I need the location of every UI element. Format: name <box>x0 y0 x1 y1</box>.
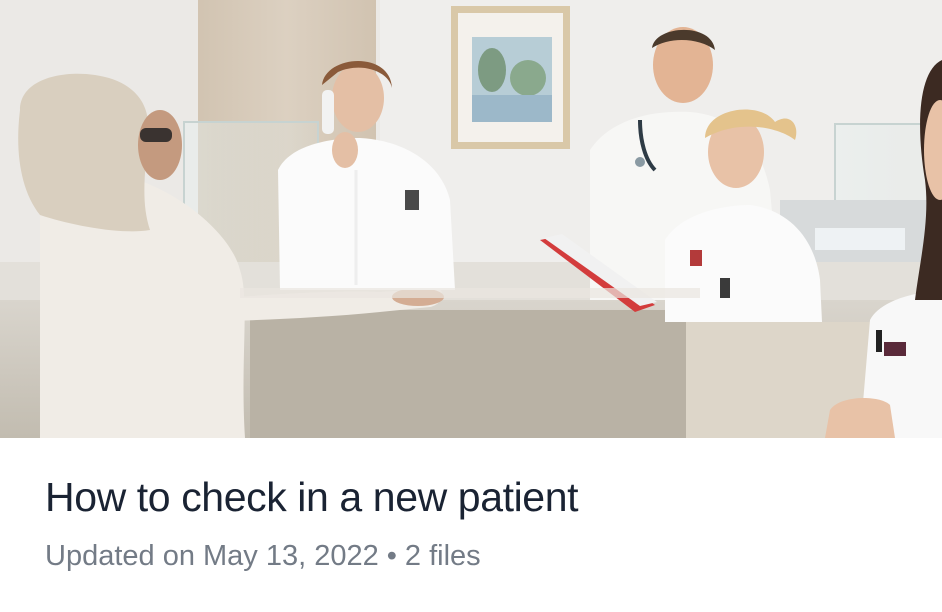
article-card[interactable]: How to check in a new patient Updated on… <box>0 0 942 612</box>
article-meta: Updated on May 13, 2022 • 2 files <box>45 540 481 573</box>
hero-image <box>0 0 942 438</box>
article-title[interactable]: How to check in a new patient <box>45 474 578 521</box>
updated-date: Updated on May 13, 2022 <box>45 540 379 572</box>
file-count: 2 files <box>404 540 481 572</box>
meta-separator: • <box>386 540 397 572</box>
